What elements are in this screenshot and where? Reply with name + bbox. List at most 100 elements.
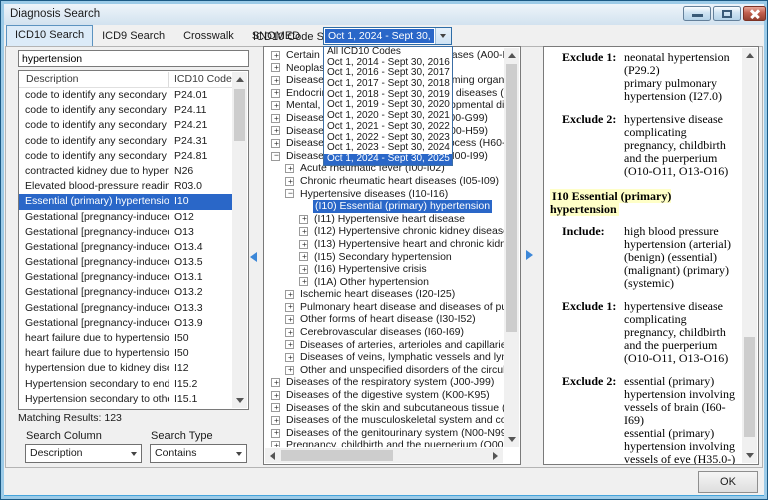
expand-toggle-icon[interactable]: + (271, 429, 280, 438)
dropdown-option[interactable]: Oct 1, 2022 - Sept 30, 2023 (324, 133, 452, 144)
expand-toggle-icon[interactable]: + (271, 416, 280, 425)
expand-toggle-icon[interactable]: + (285, 340, 294, 349)
scroll-down-icon[interactable] (504, 432, 519, 447)
tree-item[interactable]: +Diseases of arteries, arterioles and ca… (265, 339, 506, 352)
tree-item[interactable]: +(I1A) Other hypertension (265, 276, 506, 289)
dropdown-option[interactable]: All ICD10 Codes (324, 47, 452, 58)
scroll-up-icon[interactable] (504, 48, 519, 63)
expand-toggle-icon[interactable]: + (285, 315, 294, 324)
expand-toggle-icon[interactable]: + (299, 227, 308, 236)
expand-toggle-icon[interactable]: + (271, 101, 280, 110)
dropdown-option[interactable]: Oct 1, 2014 - Sept 30, 2016 (324, 58, 452, 69)
close-button[interactable] (743, 6, 766, 21)
expand-toggle-icon[interactable]: + (285, 353, 294, 362)
tree-item[interactable]: −Hypertensive diseases (I10-I16) (265, 188, 506, 201)
table-row[interactable]: code to identify any secondary pul...P24… (19, 103, 233, 118)
scroll-right-icon[interactable] (488, 448, 503, 463)
detail-vscrollbar[interactable] (742, 48, 757, 463)
table-row[interactable]: Gestational [pregnancy-induced] hy...O13 (19, 225, 233, 240)
tree-item[interactable]: +Diseases of the skin and subcutaneous t… (265, 402, 506, 415)
search-input[interactable] (18, 50, 249, 67)
tree-item[interactable]: +Diseases of the musculoskeletal system … (265, 414, 506, 427)
tree-hscrollbar[interactable] (265, 448, 503, 463)
table-row[interactable]: Elevated blood-pressure reading, wi...R0… (19, 179, 233, 194)
expand-toggle-icon[interactable]: + (285, 290, 294, 299)
expand-toggle-icon[interactable]: + (271, 391, 280, 400)
ok-button[interactable]: OK (698, 471, 758, 493)
expand-toggle-icon[interactable]: + (271, 114, 280, 123)
table-row[interactable]: heart failure due to hypertension (I1...… (19, 331, 233, 346)
scrollbar-thumb[interactable] (744, 337, 755, 437)
tab-icd10-search[interactable]: ICD10 Search (6, 25, 93, 46)
expand-toggle-icon[interactable]: + (285, 303, 294, 312)
table-row[interactable]: Gestational [pregnancy-induced] hy...O13… (19, 240, 233, 255)
column-header-description[interactable]: Description (26, 73, 79, 85)
expand-toggle-icon[interactable]: + (271, 441, 280, 447)
code-set-combobox[interactable]: Oct 1, 2024 - Sept 30, 2025 (323, 27, 452, 45)
expand-toggle-icon[interactable]: + (299, 240, 308, 249)
table-row[interactable]: code to identify any secondary pul...P24… (19, 149, 233, 164)
tree-item[interactable]: +Diseases of the genitourinary system (N… (265, 427, 506, 440)
scrollbar-thumb[interactable] (506, 64, 517, 332)
dropdown-option[interactable]: Oct 1, 2023 - Sept 30, 2024 (324, 143, 452, 154)
expand-toggle-icon[interactable]: + (271, 126, 280, 135)
table-row[interactable]: Gestational [pregnancy-induced] ed...O12 (19, 210, 233, 225)
expand-toggle-icon[interactable]: + (285, 177, 294, 186)
dropdown-option[interactable]: Oct 1, 2020 - Sept 30, 2021 (324, 111, 452, 122)
scroll-up-icon[interactable] (742, 48, 757, 63)
tree-item[interactable]: +Other forms of heart disease (I30-I52) (265, 313, 506, 326)
expand-toggle-icon[interactable]: + (299, 252, 308, 261)
table-row[interactable]: code to identify any secondary pul...P24… (19, 134, 233, 149)
table-row[interactable]: Hypertension secondary to other re...I15… (19, 392, 233, 407)
expand-toggle-icon[interactable]: + (299, 215, 308, 224)
tree-item[interactable]: +(I15) Secondary hypertension (265, 251, 506, 264)
table-row[interactable]: Gestational [pregnancy-induced] hy...O13… (19, 270, 233, 285)
dropdown-option[interactable]: Oct 1, 2017 - Sept 30, 2018 (324, 79, 452, 90)
tree-item[interactable]: +Pulmonary heart disease and diseases of… (265, 301, 506, 314)
tree-item[interactable]: +(I11) Hypertensive heart disease (265, 213, 506, 226)
expand-toggle-icon[interactable]: + (271, 89, 280, 98)
expand-toggle-icon[interactable]: + (285, 328, 294, 337)
expand-toggle-icon[interactable]: + (271, 51, 280, 60)
table-row[interactable]: heart failure due to hypertension wit...… (19, 346, 233, 361)
scroll-left-icon[interactable] (265, 448, 280, 463)
dropdown-option[interactable]: Oct 1, 2016 - Sept 30, 2017 (324, 68, 452, 79)
expand-toggle-icon[interactable]: + (271, 378, 280, 387)
tree-item[interactable]: +Cerebrovascular diseases (I60-I69) (265, 326, 506, 339)
tree-vscrollbar[interactable] (504, 48, 519, 447)
table-row[interactable]: contracted kidney due to hypertens...N26 (19, 164, 233, 179)
transfer-left-arrow-icon[interactable] (250, 252, 257, 262)
title-bar[interactable]: Diagnosis Search (4, 4, 764, 25)
tree-item[interactable]: +Diseases of the digestive system (K00-K… (265, 389, 506, 402)
search-type-combobox[interactable]: Contains (150, 444, 247, 463)
tree-item[interactable]: +(I12) Hypertensive chronic kidney disea… (265, 225, 506, 238)
table-row[interactable]: Gestational [pregnancy-induced] hy...O13… (19, 316, 233, 331)
expand-toggle-icon[interactable]: + (271, 403, 280, 412)
expand-toggle-icon[interactable]: + (271, 76, 280, 85)
transfer-right-arrow-icon[interactable] (526, 250, 533, 260)
dropdown-option[interactable]: Oct 1, 2019 - Sept 30, 2020 (324, 100, 452, 111)
search-column-combobox[interactable]: Description (25, 444, 142, 463)
table-row[interactable]: code to identify any secondary pul...P24… (19, 88, 233, 103)
table-row[interactable]: code to identify any secondary pul...P24… (19, 118, 233, 133)
expand-toggle-icon[interactable]: + (285, 164, 294, 173)
expand-toggle-icon[interactable]: + (271, 139, 280, 148)
tab-crosswalk[interactable]: Crosswalk (174, 27, 243, 46)
table-vscrollbar[interactable] (232, 72, 247, 408)
tab-icd9-search[interactable]: ICD9 Search (93, 27, 174, 46)
scroll-down-icon[interactable] (232, 393, 247, 408)
tree-item[interactable]: +Diseases of veins, lymphatic vessels an… (265, 351, 506, 364)
dropdown-option[interactable]: Oct 1, 2021 - Sept 30, 2022 (324, 122, 452, 133)
scroll-up-icon[interactable] (232, 72, 247, 87)
table-row[interactable]: Hypertension secondary to endocri...I15.… (19, 377, 233, 392)
minimize-button[interactable] (683, 6, 711, 21)
table-row[interactable]: Essential (primary) hypertensionI10 (19, 194, 233, 209)
scrollbar-thumb[interactable] (234, 89, 245, 141)
table-row[interactable]: Gestational [pregnancy-induced] hy...O13… (19, 301, 233, 316)
table-row[interactable]: Gestational [pregnancy-induced] hy...O13… (19, 285, 233, 300)
expand-toggle-icon[interactable]: + (285, 366, 294, 375)
tree-item[interactable]: +Pregnancy, childbirth and the puerperiu… (265, 439, 506, 447)
collapse-toggle-icon[interactable]: − (271, 152, 280, 161)
tree-item[interactable]: (I10) Essential (primary) hypertension (265, 200, 506, 213)
dropdown-option[interactable]: Oct 1, 2024 - Sept 30, 2025 (324, 154, 452, 165)
